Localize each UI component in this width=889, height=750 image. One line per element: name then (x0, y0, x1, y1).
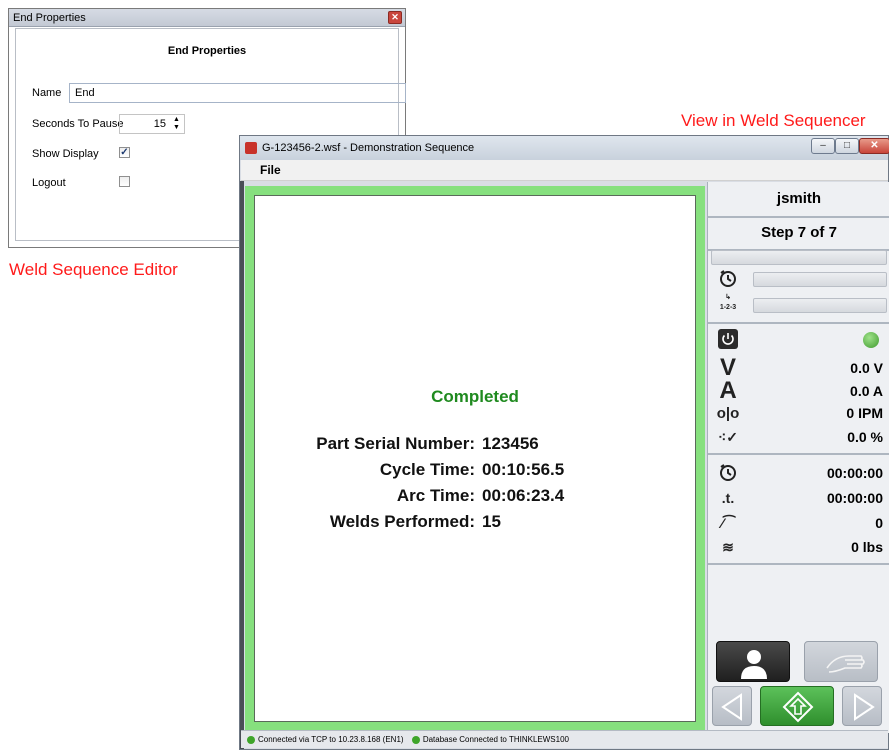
dialog-title: End Properties (13, 12, 86, 24)
voltage-icon: V (719, 354, 736, 381)
weld-sequencer-window: G-123456-2.wsf - Demonstration Sequence … (239, 135, 889, 750)
wire-feed-icon: o|o (716, 405, 740, 422)
arc-time-value: 00:06:23.4 (482, 486, 565, 505)
name-label: Name (32, 87, 62, 99)
power-icon (718, 329, 738, 349)
menu-file[interactable]: File (260, 163, 281, 177)
power-status-led (863, 332, 879, 348)
divider (708, 453, 889, 455)
timer2-value: 00:00:00 (826, 490, 883, 506)
arc-timer-icon (716, 462, 740, 484)
status-bar: Connected via TCP to 10.23.8.168 (EN1) D… (241, 730, 888, 748)
cycle-time-label: Cycle Time: (379, 460, 475, 479)
close-button[interactable]: ✕ (859, 138, 889, 154)
completion-summary: Completed Part Serial Number: 123456 Cyc… (254, 195, 696, 722)
dialog-heading: End Properties (167, 45, 247, 57)
voltage-value: 0.0 V (850, 360, 883, 376)
logout-checkbox[interactable] (119, 176, 130, 187)
sequencer-caption: View in Weld Sequencer (681, 111, 866, 130)
step-counter-icon-label: 1-2-3 (719, 304, 737, 311)
divider (708, 563, 889, 565)
amps-icon: A (719, 377, 737, 404)
dialog-titlebar: End Properties ✕ (9, 9, 405, 27)
cycle-time-value: 00:10:56.5 (482, 460, 565, 479)
operator-button[interactable] (716, 641, 790, 682)
sequence-progress-bar (711, 250, 887, 265)
dialog-close-button[interactable]: ✕ (388, 11, 402, 24)
current-value: 0.0 A (850, 383, 883, 399)
welds-performed-value: 15 (482, 512, 501, 531)
summary-row: Part Serial Number: 123456 (255, 434, 697, 456)
wire-speed-value: 0 IPM (846, 405, 883, 421)
weight-value: 0 lbs (851, 539, 883, 555)
operator-name: jsmith (776, 190, 822, 207)
seconds-to-pause-value: 15 (153, 118, 166, 130)
step-indicator: Step 7 of 7 (761, 224, 837, 241)
welds-performed-label: Welds Performed: (329, 512, 475, 531)
menu-bar: File (241, 160, 888, 181)
serial-number-label: Part Serial Number: (316, 434, 475, 453)
divider (708, 322, 889, 324)
name-field[interactable]: End (69, 83, 406, 103)
editor-caption: Weld Sequence Editor (9, 260, 178, 279)
logout-label: Logout (32, 177, 66, 189)
step-timer-bar (753, 272, 887, 287)
summary-row: Welds Performed: 15 (255, 512, 697, 534)
timer-icon (716, 268, 740, 290)
serial-number-value: 123456 (482, 434, 539, 453)
show-display-checkbox[interactable]: ✓ (119, 147, 130, 158)
app-icon (245, 142, 257, 154)
next-button[interactable] (842, 686, 882, 726)
show-display-label: Show Display (32, 148, 99, 160)
seconds-to-pause-label: Seconds To Pause (32, 118, 124, 130)
maximize-button[interactable]: □ (835, 138, 859, 154)
db-status-led (411, 735, 420, 744)
arc-time-label: Arc Time: (396, 486, 475, 505)
previous-button[interactable] (712, 686, 752, 726)
tcp-status-led (247, 735, 255, 744)
percent-value: 0.0 % (847, 429, 883, 445)
summary-row: Cycle Time: 00:10:56.5 (255, 460, 697, 482)
step-counter-bar (753, 298, 887, 313)
timer1-value: 00:00:00 (826, 465, 883, 481)
db-status-text: Database Connected to THINKLEWS100 (422, 735, 569, 744)
torch-time-icon: .t. (721, 490, 735, 506)
status-sidebar: jsmith Step 7 of 7 ↳ 1-2-3 V 0.0 V A 0.0 … (707, 182, 889, 733)
tcp-status-text: Connected via TCP to 10.23.8.168 (EN1) (258, 735, 404, 744)
completed-status: Completed (431, 387, 519, 406)
window-title: G-123456-2.wsf - Demonstration Sequence (262, 142, 475, 154)
weld-count-icon: ⁄⁀ (721, 515, 735, 531)
sequence-display-panel: Completed Part Serial Number: 123456 Cyc… (245, 186, 705, 731)
step-counter-icon: ↳ 1-2-3 (719, 294, 737, 311)
summary-row: Arc Time: 00:06:23.4 (255, 486, 697, 508)
minimize-button[interactable]: – (811, 138, 835, 154)
wire-weight-icon: ≋ (722, 539, 734, 555)
count-value: 0 (875, 515, 883, 531)
stepper-arrows-icon[interactable]: ▲ ▼ (172, 116, 181, 132)
window-titlebar: G-123456-2.wsf - Demonstration Sequence … (240, 136, 889, 160)
hand-button[interactable] (804, 641, 878, 682)
start-button[interactable] (760, 686, 834, 726)
weld-percent-icon: ⁖✓ (718, 429, 738, 445)
seconds-to-pause-stepper[interactable]: 15 ▲ ▼ (119, 114, 185, 134)
window-left-edge (240, 181, 244, 749)
